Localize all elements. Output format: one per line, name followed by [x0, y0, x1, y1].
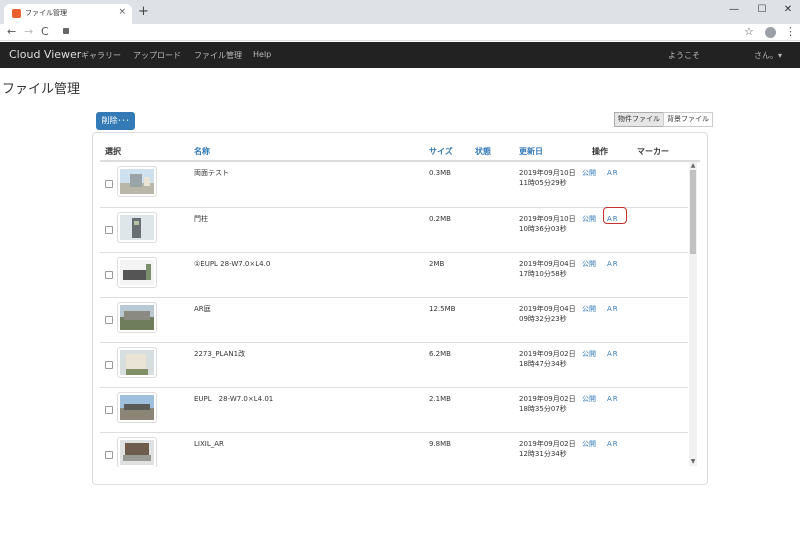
favicon-icon [12, 9, 21, 18]
row-checkbox[interactable] [105, 226, 113, 234]
file-size: 0.2MB [429, 215, 451, 223]
file-table-body[interactable]: 両面テスト 0.3MB 2019年09月10日 11時05分29秒 公開 AR 門… [100, 160, 700, 467]
ar-link[interactable]: AR [607, 168, 619, 178]
file-size: 12.5MB [429, 305, 456, 313]
toggle-property-files[interactable]: 物件ファイル [614, 112, 664, 127]
file-name: AR庭 [194, 305, 211, 313]
table-row: 門柱 0.2MB 2019年09月10日 10時36分03秒 公開 AR [100, 207, 688, 252]
row-checkbox[interactable] [105, 271, 113, 279]
app-navbar: Cloud Viewer ギャラリー アップロード ファイル管理 Help よう… [0, 42, 800, 68]
ar-link[interactable]: AR [607, 304, 619, 314]
file-size: 9.8MB [429, 440, 451, 448]
file-thumbnail[interactable] [117, 166, 157, 197]
nav-gallery[interactable]: ギャラリー [81, 50, 121, 61]
delete-button[interactable]: 削除･･･ [96, 112, 135, 130]
bookmark-star-icon[interactable]: ☆ [744, 25, 754, 38]
forward-icon[interactable]: → [24, 25, 33, 38]
page-title: ファイル管理 [2, 82, 81, 97]
file-name: 両面テスト [194, 169, 229, 177]
file-updated: 2019年09月02日 12時31分34秒 [519, 440, 576, 458]
back-icon[interactable]: ← [7, 25, 16, 38]
file-thumbnail[interactable] [117, 392, 157, 423]
file-name: ①EUPL 28-W7.0×L4.0 [194, 260, 271, 268]
file-updated: 2019年09月02日 18時47分34秒 [519, 350, 576, 368]
file-size: 2.1MB [429, 395, 451, 403]
file-updated: 2019年09月10日 11時05分29秒 [519, 169, 576, 187]
url-input[interactable] [76, 27, 716, 38]
table-row: AR庭 12.5MB 2019年09月04日 09時32分23秒 公開 AR [100, 297, 688, 342]
table-row: 両面テスト 0.3MB 2019年09月10日 11時05分29秒 公開 AR [100, 162, 688, 207]
file-thumbnail[interactable] [117, 212, 157, 243]
row-checkbox[interactable] [105, 406, 113, 414]
brand-link[interactable]: Cloud Viewer [9, 48, 81, 61]
nav-file-management[interactable]: ファイル管理 [194, 50, 242, 61]
ar-link[interactable]: AR [607, 439, 619, 449]
file-updated: 2019年09月04日 09時32分23秒 [519, 305, 576, 323]
file-thumbnail[interactable] [117, 347, 157, 378]
publish-link[interactable]: 公開 [582, 259, 596, 269]
user-menu-dropdown[interactable]: さん。▾ [754, 50, 782, 61]
file-updated: 2019年09月10日 10時36分03秒 [519, 215, 576, 233]
minimize-icon[interactable]: — [724, 4, 744, 15]
row-checkbox[interactable] [105, 451, 113, 459]
header-status[interactable]: 状態 [475, 146, 491, 157]
scroll-down-icon[interactable]: ▼ [689, 458, 697, 466]
toggle-background-files[interactable]: 背景ファイル [663, 112, 713, 127]
ar-link[interactable]: AR [607, 259, 619, 269]
header-name[interactable]: 名称 [194, 146, 210, 157]
file-thumbnail[interactable] [117, 257, 157, 288]
header-select: 選択 [105, 147, 121, 156]
publish-link[interactable]: 公開 [582, 349, 596, 359]
header-operations: 操作 [592, 147, 608, 156]
header-marker: マーカー [637, 147, 669, 156]
file-thumbnail[interactable] [117, 437, 157, 467]
file-size: 0.3MB [429, 169, 451, 177]
tab-title: ファイル管理 [25, 9, 67, 17]
maximize-icon[interactable]: ☐ [752, 4, 772, 15]
nav-upload[interactable]: アップロード [133, 50, 181, 61]
browser-menu-icon[interactable]: ⋮ [785, 25, 796, 38]
file-name: 2273_PLAN1改 [194, 350, 246, 358]
table-row: 2273_PLAN1改 6.2MB 2019年09月02日 18時47分34秒 公… [100, 342, 688, 387]
header-size[interactable]: サイズ [429, 146, 453, 157]
publish-link[interactable]: 公開 [582, 304, 596, 314]
table-row: EUPL 28-W7.0×L4.01 2.1MB 2019年09月02日 18時3… [100, 387, 688, 432]
window-close-icon[interactable]: ✕ [778, 4, 798, 15]
ar-link[interactable]: AR [607, 214, 619, 224]
publish-link[interactable]: 公開 [582, 214, 596, 224]
row-checkbox[interactable] [105, 361, 113, 369]
row-checkbox[interactable] [105, 180, 113, 188]
address-bar: ← → C ☆ ⋮ [0, 24, 800, 41]
welcome-text: ようこそ [668, 51, 700, 60]
table-scrollbar[interactable]: ▲ ▼ [689, 162, 697, 466]
browser-tab[interactable]: ファイル管理 × [4, 4, 132, 24]
scrollbar-thumb[interactable] [690, 170, 696, 254]
scroll-up-icon[interactable]: ▲ [689, 162, 697, 170]
ar-link[interactable]: AR [607, 394, 619, 404]
reload-icon[interactable]: C [41, 25, 49, 38]
publish-link[interactable]: 公開 [582, 168, 596, 178]
table-row: LIXIL_AR 9.8MB 2019年09月02日 12時31分34秒 公開 A… [100, 432, 688, 467]
new-tab-icon[interactable]: + [138, 4, 149, 19]
row-checkbox[interactable] [105, 316, 113, 324]
header-updated[interactable]: 更新日 [519, 146, 543, 157]
browser-tabstrip: ファイル管理 × + — ☐ ✕ [0, 0, 800, 24]
publish-link[interactable]: 公開 [582, 439, 596, 449]
table-row: ①EUPL 28-W7.0×L4.0 2MB 2019年09月04日 17時10分… [100, 252, 688, 297]
publish-link[interactable]: 公開 [582, 394, 596, 404]
file-size: 2MB [429, 260, 445, 268]
file-name: EUPL 28-W7.0×L4.01 [194, 395, 274, 403]
file-name: 門柱 [194, 215, 208, 223]
ar-link[interactable]: AR [607, 349, 619, 359]
file-updated: 2019年09月04日 17時10分58秒 [519, 260, 576, 278]
file-updated: 2019年09月02日 18時35分07秒 [519, 395, 576, 413]
file-name: LIXIL_AR [194, 440, 224, 448]
tab-close-icon[interactable]: × [118, 7, 126, 17]
file-thumbnail[interactable] [117, 302, 157, 333]
nav-help[interactable]: Help [253, 50, 271, 59]
profile-avatar-icon[interactable] [765, 27, 776, 38]
file-size: 6.2MB [429, 350, 451, 358]
lock-icon [63, 28, 69, 34]
